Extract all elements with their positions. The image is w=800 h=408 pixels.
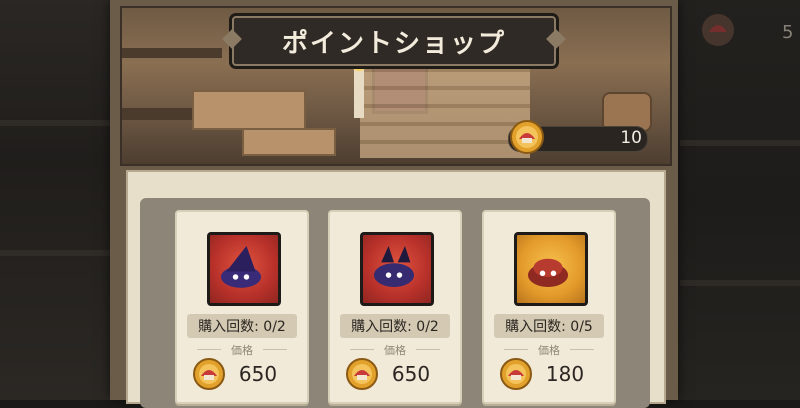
dragon-slime-icon xyxy=(360,232,434,306)
background-shelf xyxy=(0,250,110,256)
divider xyxy=(416,349,440,350)
point-coin-icon xyxy=(500,358,532,390)
background-left xyxy=(0,0,110,400)
currency-count: 5 xyxy=(782,22,794,43)
price-value: 650 xyxy=(391,362,431,386)
divider xyxy=(570,349,594,350)
background-shelf xyxy=(0,120,110,126)
point-coin-icon xyxy=(193,358,225,390)
shop-item-card[interactable]: 購入回数: 0/2 価格 650 xyxy=(175,210,309,404)
purchase-count: 購入回数: 0/2 xyxy=(187,314,297,338)
price-label: 価格 xyxy=(231,344,253,357)
price-label: 価格 xyxy=(538,344,560,357)
currency-icon xyxy=(702,14,734,46)
shop-title: ポイントショップ xyxy=(232,16,556,66)
price-label: 価格 xyxy=(384,344,406,357)
point-coin-icon xyxy=(510,120,544,154)
banner-shelf xyxy=(122,48,222,58)
witch-hat-slime-icon xyxy=(207,232,281,306)
shop-item-card[interactable]: 購入回数: 0/2 価格 650 xyxy=(328,210,462,404)
banner-crate xyxy=(192,90,306,130)
divider xyxy=(263,349,287,350)
background-shelf xyxy=(680,140,800,146)
shop-item-card[interactable]: 購入回数: 0/5 価格 180 xyxy=(482,210,616,404)
red-slime-icon xyxy=(514,232,588,306)
point-coin-icon xyxy=(346,358,378,390)
point-shop-panel: ポイントショップ 10 購入回数: 0/2 価格 650 購入回数: 0/2 価… xyxy=(110,0,678,408)
price-value: 650 xyxy=(238,362,278,386)
background-shelf xyxy=(680,280,800,286)
purchase-count: 購入回数: 0/2 xyxy=(340,314,450,338)
points-value: 10 xyxy=(620,128,642,148)
banner-crate xyxy=(242,128,336,156)
price-value: 180 xyxy=(545,362,585,386)
background-right xyxy=(670,0,800,400)
candle xyxy=(354,68,364,118)
purchase-count: 購入回数: 0/5 xyxy=(494,314,604,338)
